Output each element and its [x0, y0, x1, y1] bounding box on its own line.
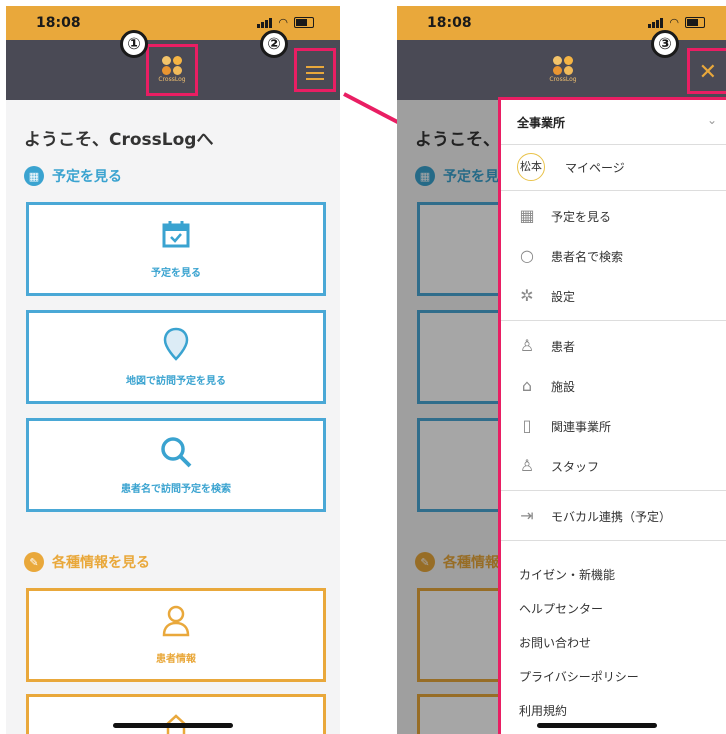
signal-icon	[648, 18, 664, 28]
highlight-logo	[146, 44, 198, 96]
status-bar: 18:08 ◠	[397, 6, 726, 40]
badge-two: ②	[260, 30, 288, 58]
section-info: ✎ 各種情報を見る	[24, 552, 150, 572]
status-time: 18:08	[427, 15, 472, 31]
section-schedule-label: 予定を見る	[52, 169, 122, 185]
home-screen: 18:08 ◠ CrossLog ① ② ようこそ、CrossLogへ ▦ 予定…	[6, 6, 340, 734]
card-label: 地図で訪問予定を見る	[126, 376, 226, 387]
card-facility-info[interactable]	[26, 694, 326, 734]
section-info-label: 各種情報を見る	[52, 555, 150, 571]
card-label: 患者情報	[156, 654, 196, 665]
card-map-schedule[interactable]: 地図で訪問予定を見る	[26, 310, 326, 404]
signal-icon	[257, 18, 273, 28]
highlight-close	[687, 48, 726, 94]
crosslog-logo[interactable]: CrossLog	[544, 54, 582, 84]
status-icons: ◠	[648, 17, 705, 28]
card-patient-info[interactable]: 患者情報	[26, 588, 326, 682]
status-icons: ◠	[257, 17, 314, 28]
home-indicator	[113, 723, 233, 728]
search-icon	[161, 437, 192, 468]
battery-icon	[685, 17, 705, 28]
person-icon	[162, 605, 190, 637]
card-search-patient[interactable]: 患者名で訪問予定を検索	[26, 418, 326, 512]
badge-three: ③	[651, 30, 679, 58]
status-time: 18:08	[36, 15, 81, 31]
status-bar: 18:08 ◠	[6, 6, 340, 40]
logo-text: CrossLog	[549, 76, 577, 83]
card-label: 予定を見る	[151, 268, 201, 279]
highlight-menu	[294, 48, 336, 92]
badge-one: ①	[120, 30, 148, 58]
highlight-drawer	[498, 97, 726, 734]
card-label: 患者名で訪問予定を検索	[121, 484, 231, 495]
map-pin-icon	[163, 327, 189, 361]
home-indicator	[537, 723, 657, 728]
wifi-icon: ◠	[278, 16, 288, 29]
wifi-icon: ◠	[669, 16, 679, 29]
section-schedule: ▦ 予定を見る	[24, 166, 122, 186]
card-view-schedule[interactable]: 予定を見る	[26, 202, 326, 296]
calendar-icon	[162, 221, 190, 248]
menu-screen: 18:08 ◠ CrossLog ✕ ③ ようこそ、CrossLogへ ▦ 予定…	[397, 6, 726, 734]
battery-icon	[294, 17, 314, 28]
pencil-icon: ✎	[24, 552, 44, 572]
calendar-icon: ▦	[24, 166, 44, 186]
welcome-title: ようこそ、CrossLogへ	[24, 130, 214, 150]
